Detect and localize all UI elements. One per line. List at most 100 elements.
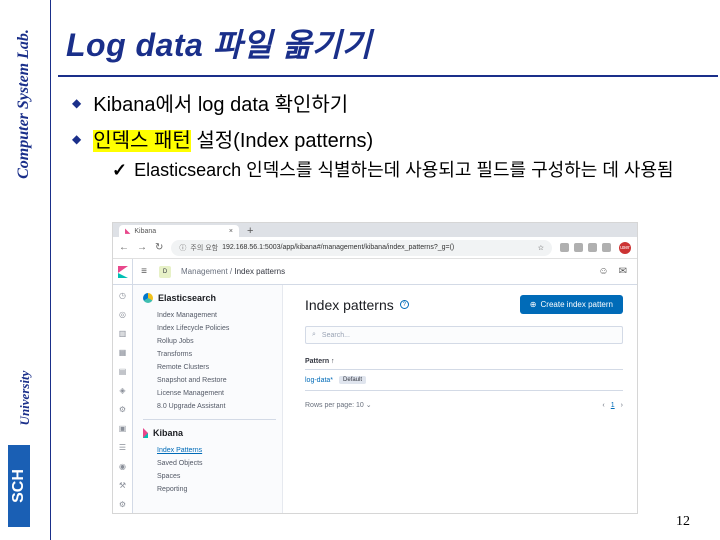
sub-bullet-text: Elasticsearch 인덱스를 식별하는데 사용되고 필드를 구성하는 데… [134,160,674,180]
slide-title: Log data 파일 옮기기 [66,27,372,63]
kibana-body: ◷ ◎ ▥ ▦ ▤ ◈ ⚙ ▣ ☰ ◉ ⚒ ⚙ Elasticsearch In… [113,285,637,513]
elasticsearch-group-title: Elasticsearch [143,293,276,303]
next-page-icon[interactable]: › [621,402,623,409]
management-sidenav: Elasticsearch Index Management Index Lif… [133,285,283,513]
table-row: log-data* Default [305,370,623,391]
diamond-bullet-icon: ◆ [72,131,82,146]
sidenav-item-upgrade[interactable]: 8.0 Upgrade Assistant [143,400,276,413]
extension-icon[interactable] [560,243,569,252]
browser-tab[interactable]: ◣ Kibana × [119,225,239,237]
extension-icon[interactable] [588,243,597,252]
sidenav-item-index-patterns[interactable]: Index Patterns [143,444,276,457]
back-icon[interactable]: ← [119,242,129,253]
sidenav-item-rollup-jobs[interactable]: Rollup Jobs [143,335,276,348]
menu-icon[interactable]: ≡ [133,266,155,277]
sidenav-item-transforms[interactable]: Transforms [143,348,276,361]
elasticsearch-icon [143,293,153,303]
prev-page-icon[interactable]: ‹ [602,402,604,409]
search-icon: ⌕ [312,331,316,338]
help-icon[interactable]: ? [399,300,409,309]
feedback-icon[interactable]: ☺ [598,266,608,277]
index-patterns-panel: Index patterns ? ⊕ Create index pattern … [283,285,637,513]
bullet-1: ◆ Kibana에서 log data 확인하기 [72,88,348,117]
dashboard-icon[interactable]: ▦ [119,348,127,357]
warning-icon: ⓘ [179,244,187,252]
sidenav-item-index-management[interactable]: Index Management [143,309,276,322]
extension-icon[interactable] [602,243,611,252]
lab-name: Computer System Lab. [15,29,32,179]
canvas-icon[interactable]: ▤ [119,367,127,376]
bullet-1-text: Kibana에서 log data 확인하기 [93,94,349,116]
address-bar-row: ← → ↻ ⓘ 주의 요함 192.168.56.1:5003/app/kiba… [113,237,637,259]
checkmark-icon: ✓ [112,160,128,180]
breadcrumb: Management / Index patterns [181,267,286,276]
discover-icon[interactable]: ◎ [119,310,126,319]
page-title: Index patterns ? [305,297,409,313]
url-field[interactable]: ⓘ 주의 요함 192.168.56.1:5003/app/kibana#/ma… [171,239,552,256]
management-icon[interactable]: ⚙ [119,500,126,509]
sidenav-item-remote-clusters[interactable]: Remote Clusters [143,361,276,374]
search-input[interactable]: ⌕ Search... [305,326,623,344]
bullet-2-text: 설정(Index patterns) [190,130,374,152]
chevron-down-icon: ⌄ [365,402,372,409]
reload-icon[interactable]: ↻ [155,242,163,253]
rows-per-page-select[interactable]: Rows per page: 10 ⌄ [305,401,372,409]
kibana-header: ≡ D Management / Index patterns ☺ ✉ [113,258,637,285]
search-placeholder: Search... [321,331,350,339]
diamond-bullet-icon: ◆ [72,95,82,110]
current-page[interactable]: 1 [611,402,615,409]
breadcrumb-index-patterns: Index patterns [234,267,286,276]
svg-text:SCH: SCH [10,469,27,503]
brand-divider [50,0,51,540]
create-index-pattern-button[interactable]: ⊕ Create index pattern [519,295,623,314]
panel-header: Index patterns ? ⊕ Create index pattern [305,295,623,314]
sidenav-item-license[interactable]: License Management [143,387,276,400]
title-underline [58,75,718,77]
page-number: 12 [676,514,690,529]
divider [143,419,276,420]
maps-icon[interactable]: ◈ [119,386,125,395]
pattern-link[interactable]: log-data* [305,377,333,384]
new-tab-button[interactable]: + [247,225,253,237]
sidenav-item-spaces[interactable]: Spaces [143,470,276,483]
infra-icon[interactable]: ▣ [119,424,127,433]
sidenav-item-snapshot-restore[interactable]: Snapshot and Restore [143,374,276,387]
university-label: University [17,370,32,426]
nav-rail: ◷ ◎ ▥ ▦ ▤ ◈ ⚙ ▣ ☰ ◉ ⚒ ⚙ [113,285,133,513]
lab-brand-band: Computer System Lab. University SCH [0,0,48,540]
kibana-screenshot: ◣ Kibana × + ← → ↻ ⓘ 주의 요함 192.168.56.1:… [112,222,638,514]
close-tab-icon[interactable]: × [229,228,233,235]
recent-icon[interactable]: ◷ [119,291,126,300]
star-icon[interactable]: ☆ [538,244,544,252]
dev-tools-icon[interactable]: ⚒ [119,481,126,490]
highlighted-term: 인덱스 패턴 [93,130,191,152]
sidenav-item-saved-objects[interactable]: Saved Objects [143,457,276,470]
visualize-icon[interactable]: ▥ [119,329,127,338]
page-controls: ‹ 1 › [602,402,623,409]
forward-icon[interactable]: → [137,242,147,253]
tab-title: Kibana [134,227,157,235]
kibana-logo-icon[interactable] [113,258,133,285]
pagination: Rows per page: 10 ⌄ ‹ 1 › [305,401,623,410]
mail-icon[interactable]: ✉ [619,266,627,277]
plus-icon: ⊕ [529,300,537,309]
kibana-favicon-icon: ◣ [125,228,131,235]
sidenav-item-reporting[interactable]: Reporting [143,483,276,496]
extension-icon[interactable] [574,243,583,252]
apm-icon[interactable]: ◉ [119,462,126,471]
kibana-icon [143,428,148,438]
pattern-column-header[interactable]: Pattern ↑ [305,354,623,370]
kibana-group-title: Kibana [143,428,276,438]
space-avatar[interactable]: D [159,265,171,278]
ml-icon[interactable]: ⚙ [119,405,126,414]
bullet-2: ◆ 인덱스 패턴 설정(Index patterns) [72,124,373,153]
security-warning: 주의 요함 [190,244,219,252]
sch-logo: SCH [8,445,30,527]
logs-icon[interactable]: ☰ [119,443,126,452]
sidenav-item-ilm[interactable]: Index Lifecycle Policies [143,322,276,335]
profile-avatar[interactable]: user [619,241,631,254]
header-actions: ☺ ✉ [598,266,637,277]
browser-tab-bar: ◣ Kibana × + [113,223,637,237]
url-text: 192.168.56.1:5003/app/kibana#/management… [222,244,455,251]
breadcrumb-management[interactable]: Management [181,267,228,276]
